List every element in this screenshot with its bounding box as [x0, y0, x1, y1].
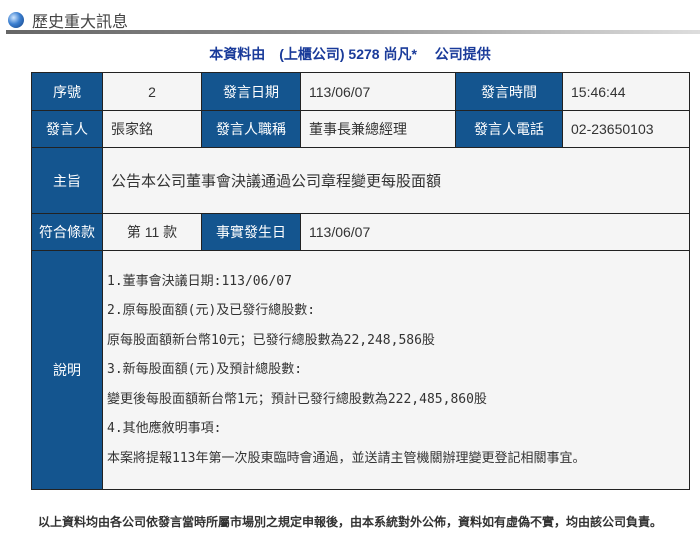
seq-label: 序號 — [31, 72, 103, 111]
section-title: 歷史重大訊息 — [32, 14, 129, 31]
subject-label: 主旨 — [31, 147, 103, 214]
date-label: 發言日期 — [201, 72, 301, 111]
speaker-value: 張家銘 — [102, 110, 202, 148]
disclaimer: 以上資料均由各公司依發言當時所屬市場別之規定申報後，由本系統對外公佈，資料如有虛… — [37, 515, 662, 529]
desc-line: 原每股面額新台幣10元；已發行總股數為22,248,586股 — [107, 332, 435, 348]
desc-line: 2.原每股面額(元)及已發行總股數: — [107, 303, 316, 319]
clause-value: 第 11 款 — [102, 213, 202, 251]
date-value: 113/06/07 — [300, 72, 456, 111]
desc-line: 變更後每股面額新台幣1元；預計已發行總股數為222,485,860股 — [107, 391, 487, 407]
desc-line: 1.董事會決議日期:113/06/07 — [107, 273, 292, 289]
subject-value: 公告本公司董事會決議通過公司章程變更每股面額 — [102, 147, 690, 214]
event-date-value: 113/06/07 — [300, 213, 690, 251]
time-value: 15:46:44 — [562, 72, 690, 111]
header-divider — [6, 30, 700, 34]
speaker-title-label: 發言人職稱 — [201, 110, 301, 148]
desc-line: 本案將提報113年第一次股東臨時會通過，並送請主管機關辦理變更登記相關事宜。 — [107, 450, 586, 466]
phone-label: 發言人電話 — [455, 110, 563, 148]
globe-icon — [8, 12, 24, 28]
time-label: 發言時間 — [455, 72, 563, 111]
seq-value: 2 — [102, 72, 202, 111]
company-source: 本資料由 (上櫃公司) 5278 尚凡* 公司提供 — [209, 46, 491, 62]
clause-label: 符合條款 — [31, 213, 103, 251]
desc-line: 3.新每股面額(元)及預計總股數: — [107, 362, 303, 378]
section-header: 歷史重大訊息 — [8, 8, 128, 32]
speaker-title-value: 董事長兼總經理 — [300, 110, 456, 148]
event-date-label: 事實發生日 — [201, 213, 301, 251]
description-label: 說明 — [31, 250, 103, 490]
announcement-table: 序號 2 發言日期 113/06/07 發言時間 15:46:44 發言人 張家… — [31, 72, 690, 490]
desc-line: 4.其他應敘明事項: — [107, 421, 222, 437]
speaker-label: 發言人 — [31, 110, 103, 148]
phone-value: 02-23650103 — [562, 110, 690, 148]
description-body: 1.董事會決議日期:113/06/07 2.原每股面額(元)及已發行總股數: 原… — [102, 250, 690, 490]
